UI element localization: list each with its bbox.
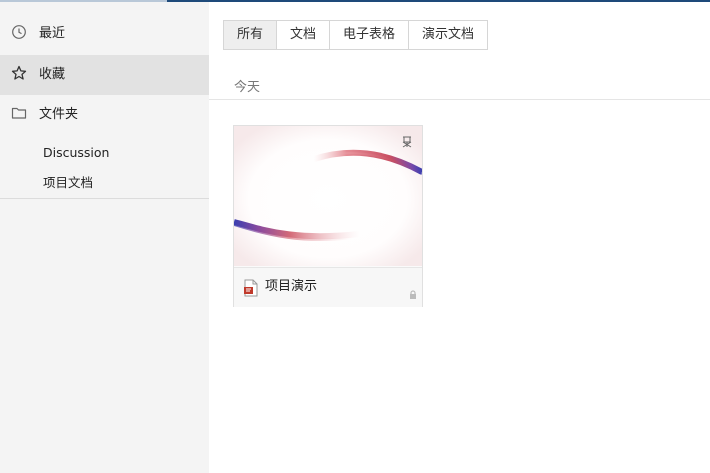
tab-all[interactable]: 所有	[224, 21, 278, 49]
sidebar-divider	[0, 198, 209, 199]
lock-icon	[408, 285, 418, 299]
sidebar-item-label: 最近	[39, 26, 66, 41]
file-card-footer: 项目演示	[234, 267, 422, 307]
filter-tabs: 所有 文档 电子表格 演示文档	[223, 20, 489, 50]
sidebar-item-favorites[interactable]: 收藏	[0, 55, 209, 95]
sidebar-item-label: 收藏	[39, 67, 66, 82]
section-divider	[209, 99, 710, 100]
sidebar: 最近 收藏 文件夹 Discussion 项目文档	[0, 2, 209, 473]
section-label-today: 今天	[234, 80, 261, 95]
star-icon	[11, 65, 29, 83]
tab-presentations[interactable]: 演示文档	[409, 21, 487, 49]
tab-spreadsheets[interactable]: 电子表格	[330, 21, 410, 49]
tab-documents[interactable]: 文档	[277, 21, 331, 49]
folder-icon	[11, 105, 29, 123]
file-thumbnail	[234, 126, 422, 266]
pin-icon[interactable]	[401, 133, 413, 148]
presentation-file-icon	[243, 279, 259, 297]
clock-icon	[11, 24, 29, 42]
file-title[interactable]: 项目演示	[265, 279, 317, 295]
sidebar-item-recent[interactable]: 最近	[0, 14, 209, 54]
sidebar-item-folders[interactable]: 文件夹	[0, 95, 209, 135]
folder-item-project-docs[interactable]: 项目文档	[43, 175, 93, 191]
file-card[interactable]: 项目演示	[233, 125, 423, 307]
sidebar-item-label: 文件夹	[39, 107, 79, 122]
folder-item-discussion[interactable]: Discussion	[43, 145, 109, 161]
